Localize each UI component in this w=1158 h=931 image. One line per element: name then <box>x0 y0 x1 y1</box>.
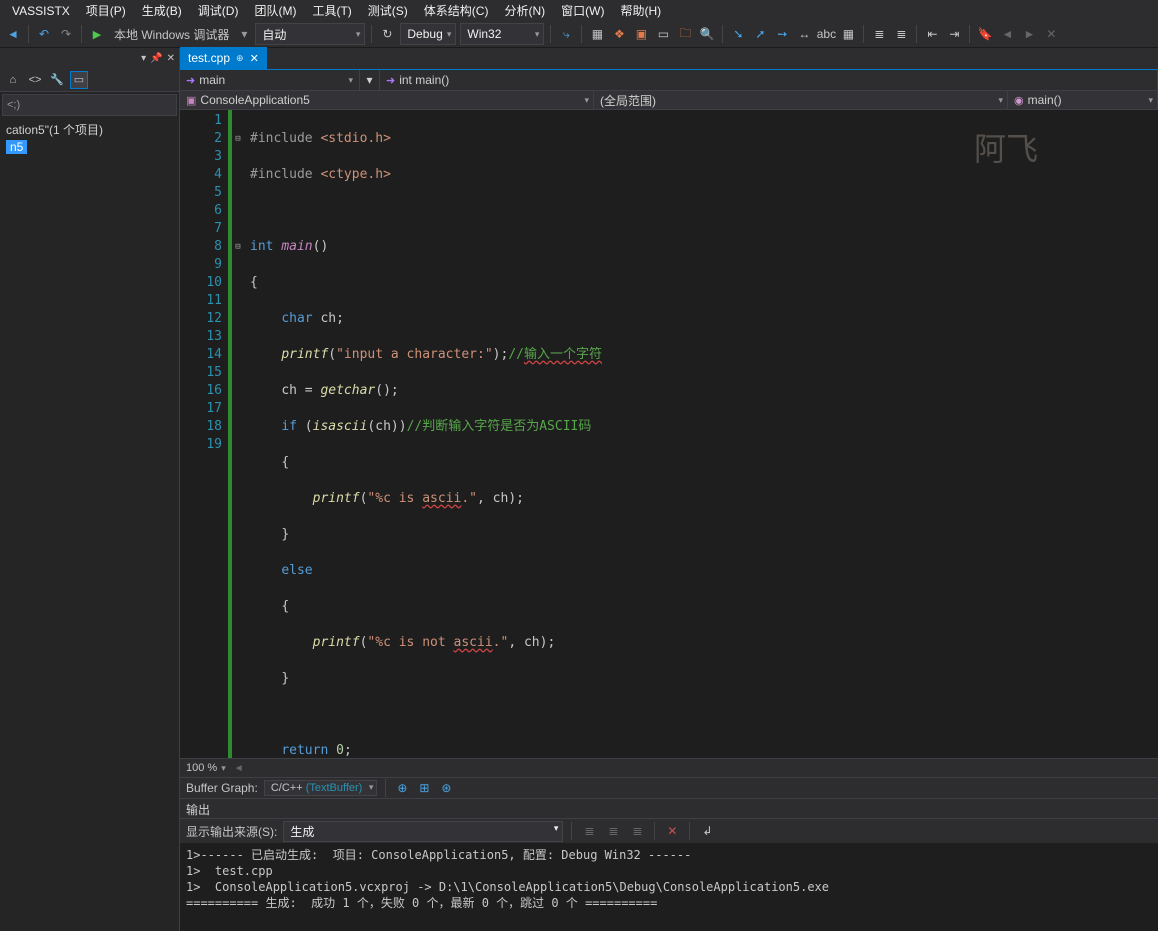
outline-collapse-icon[interactable]: ⊟ <box>232 130 244 148</box>
bookmark-next-icon[interactable]: ► <box>1020 25 1038 43</box>
tab-close-icon[interactable]: ✕ <box>250 52 259 65</box>
menu-tools[interactable]: 工具(T) <box>304 0 359 21</box>
menu-vassistx[interactable]: VASSISTX <box>4 2 78 20</box>
pin-icon[interactable]: 📌 <box>150 53 162 64</box>
zoom-level[interactable]: 100 % <box>186 762 217 774</box>
wrench-icon[interactable]: 🔧 <box>48 71 66 89</box>
properties-icon[interactable]: ▭ <box>70 71 88 89</box>
buffer-combo[interactable]: C/C++ (TextBuffer) <box>264 780 378 796</box>
nav-scope-combo[interactable]: ➜ main <box>180 70 360 90</box>
config-combo[interactable]: Debug <box>400 23 456 45</box>
home-icon[interactable]: ⌂ <box>4 71 22 89</box>
zoom-dropdown-icon[interactable]: ▾ <box>221 763 226 774</box>
output-toolbar: 显示输出来源(S): 生成 ≣ ≣ ≣ ✕ ↲ <box>180 819 1158 843</box>
lower-panel: 100 % ▾ ◄ Buffer Graph: C/C++ (TextBuffe… <box>180 758 1158 931</box>
tool-icon-5[interactable]: 🗀 <box>676 25 694 43</box>
tool-icon-6[interactable]: 🔍 <box>698 25 716 43</box>
ctx-member-combo[interactable]: ◉ main() <box>1008 91 1158 109</box>
menu-analyze[interactable]: 分析(N) <box>496 0 553 21</box>
buffer-graph-label: Buffer Graph: <box>186 781 258 795</box>
autohide-icon[interactable]: ▾ <box>141 53 146 64</box>
bkpt-icon-4[interactable]: ↔ <box>795 25 813 43</box>
menu-bar: VASSISTX 项目(P) 生成(B) 调试(D) 团队(M) 工具(T) 测… <box>0 0 1158 21</box>
code-editor[interactable]: 1234 5678 9101112 13141516 171819 ⊟#incl… <box>180 110 1158 758</box>
output-title: 输出 <box>180 799 1158 819</box>
bookmark-clear-icon[interactable]: ✕ <box>1042 25 1060 43</box>
nav-back-icon[interactable]: ◄ <box>4 25 22 43</box>
buffer-icon-2[interactable]: ⊞ <box>416 780 432 796</box>
solution-explorer: ▾ 📌 ✕ ⌂ <> 🔧 ▭ <;) cation5"(1 个项目) n5 <box>0 48 180 931</box>
step-into-icon[interactable]: ⤷ <box>557 25 575 43</box>
arrow-icon: ➜ <box>186 74 195 87</box>
menu-project[interactable]: 项目(P) <box>78 0 134 21</box>
navigation-bar: ➜ main ▾ ➜ int main() <box>180 70 1158 91</box>
menu-team[interactable]: 团队(M) <box>246 0 304 21</box>
start-debug-icon[interactable]: ▶ <box>88 25 106 43</box>
output-source-combo[interactable]: 生成 <box>283 821 563 842</box>
out-clear-icon[interactable]: ✕ <box>663 822 681 840</box>
platform-combo[interactable]: Win32 <box>460 23 544 45</box>
main-toolbar: ◄ ↶ ↷ ▶ 本地 Windows 调试器 ▾ 自动 ↻ Debug Win3… <box>0 21 1158 48</box>
bkpt-icon-2[interactable]: ➚ <box>751 25 769 43</box>
split-icon[interactable]: ◄ <box>234 763 244 774</box>
outline-collapse-icon[interactable]: ⊟ <box>232 238 244 256</box>
tab-test-cpp[interactable]: test.cpp ⊕ ✕ <box>180 47 267 69</box>
tab-pin-icon[interactable]: ⊕ <box>236 53 244 64</box>
menu-architecture[interactable]: 体系结构(C) <box>416 0 497 21</box>
tab-label: test.cpp <box>188 51 230 65</box>
project-node[interactable]: n5 <box>6 140 27 154</box>
line-number-gutter: 1234 5678 9101112 13141516 171819 <box>180 110 228 758</box>
bkpt-icon-5[interactable]: abc <box>817 25 835 43</box>
menu-help[interactable]: 帮助(H) <box>612 0 669 21</box>
menu-window[interactable]: 窗口(W) <box>553 0 612 21</box>
code-icon[interactable]: <> <box>26 71 44 89</box>
output-source-label: 显示输出来源(S): <box>186 823 277 840</box>
project-icon: ▣ <box>186 94 196 107</box>
tool-icon-3[interactable]: ▣ <box>632 25 650 43</box>
debugger-label[interactable]: 本地 Windows 调试器 <box>110 26 233 43</box>
refresh-icon[interactable]: ↻ <box>378 25 396 43</box>
buffer-icon-3[interactable]: ⊛ <box>438 780 454 796</box>
ctx-project-combo[interactable]: ▣ ConsoleApplication5 <box>180 91 594 109</box>
indent-icon-2[interactable]: ⇥ <box>945 25 963 43</box>
bkpt-icon-1[interactable]: ➘ <box>729 25 747 43</box>
bookmark-icon[interactable]: 🔖 <box>976 25 994 43</box>
indent-icon-1[interactable]: ⇤ <box>923 25 941 43</box>
bookmark-prev-icon[interactable]: ◄ <box>998 25 1016 43</box>
search-input[interactable]: <;) <box>2 94 177 116</box>
nav-func-combo[interactable]: ➜ int main() <box>380 70 1158 90</box>
editor-area: test.cpp ⊕ ✕ ➜ main ▾ ➜ int main() ▣ Con… <box>180 48 1158 931</box>
code-text[interactable]: ⊟#include <stdio.h> #include <ctype.h> ⊟… <box>232 110 1158 758</box>
out-icon-1[interactable]: ≣ <box>580 822 598 840</box>
bkpt-icon-3[interactable]: ➙ <box>773 25 791 43</box>
buffer-icon-1[interactable]: ⊕ <box>394 780 410 796</box>
undo-icon[interactable]: ↶ <box>35 25 53 43</box>
output-body[interactable]: 1>------ 已启动生成: 项目: ConsoleApplication5,… <box>180 843 1158 931</box>
arrow-icon: ➜ <box>386 74 395 87</box>
tool-icon-4[interactable]: ▭ <box>654 25 672 43</box>
bkpt-icon-6[interactable]: ▦ <box>839 25 857 43</box>
context-bar: ▣ ConsoleApplication5 (全局范围) ◉ main() <box>180 91 1158 110</box>
close-pane-icon[interactable]: ✕ <box>167 53 175 64</box>
menu-test[interactable]: 测试(S) <box>360 0 416 21</box>
method-icon: ◉ <box>1014 94 1024 107</box>
out-icon-2[interactable]: ≣ <box>604 822 622 840</box>
solution-node[interactable]: cation5"(1 个项目) <box>4 120 175 139</box>
format-icon-2[interactable]: ≣ <box>892 25 910 43</box>
nav-split-button[interactable]: ▾ <box>360 70 380 90</box>
out-icon-3[interactable]: ≣ <box>628 822 646 840</box>
ctx-scope-combo[interactable]: (全局范围) <box>594 91 1008 109</box>
document-tabstrip: test.cpp ⊕ ✕ <box>180 48 1158 70</box>
tool-icon-2[interactable]: ❖ <box>610 25 628 43</box>
mode-combo[interactable]: 自动 <box>255 23 365 45</box>
format-icon-1[interactable]: ≣ <box>870 25 888 43</box>
out-wrap-icon[interactable]: ↲ <box>698 822 716 840</box>
menu-debug[interactable]: 调试(D) <box>190 0 247 21</box>
redo-icon[interactable]: ↷ <box>57 25 75 43</box>
menu-build[interactable]: 生成(B) <box>134 0 190 21</box>
tool-icon-1[interactable]: ▦ <box>588 25 606 43</box>
